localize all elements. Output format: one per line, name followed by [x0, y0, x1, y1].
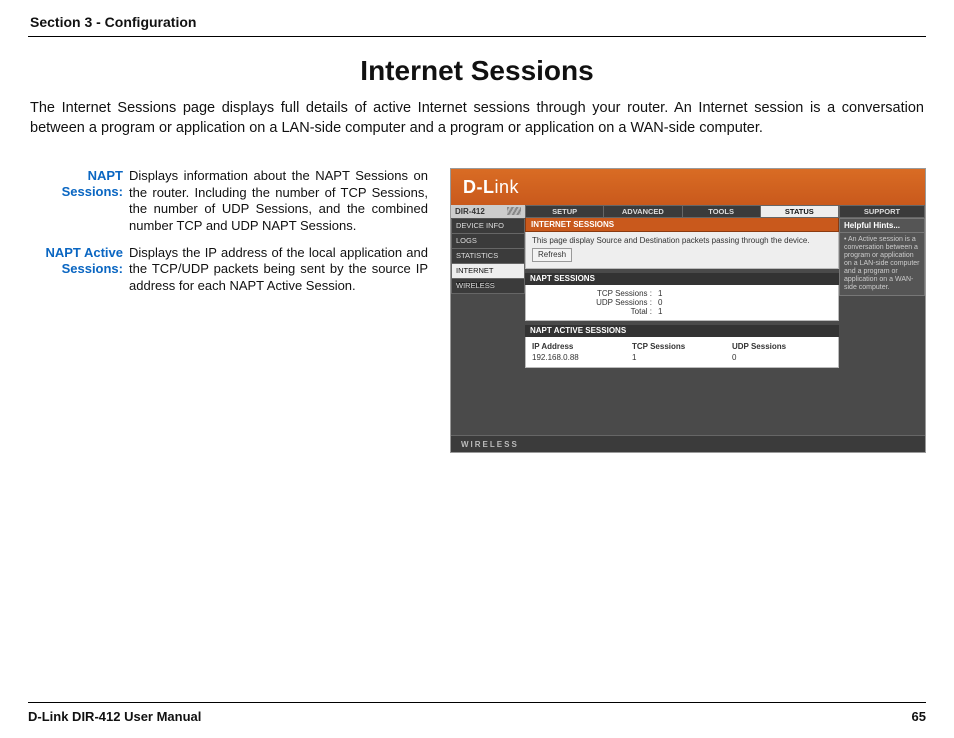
panel-title-napt-active: NAPT ACTIVE SESSIONS	[525, 325, 839, 337]
stat-label: Total :	[532, 307, 652, 316]
tab-status[interactable]: STATUS	[761, 205, 839, 218]
stat-label: TCP Sessions :	[532, 289, 652, 298]
section-header: Section 3 - Configuration	[28, 10, 926, 37]
left-sidebar: DIR-412 DEVICE INFO LOGS STATISTICS INTE…	[451, 205, 525, 435]
sidebar-item-internet-sessions[interactable]: INTERNET SESSIONS	[451, 264, 525, 279]
dlink-logo: D-Link	[463, 177, 519, 198]
stat-value: 1	[658, 289, 662, 298]
top-tabs: SETUP ADVANCED TOOLS STATUS	[525, 205, 839, 218]
definition-item: NAPT Active Sessions: Displays the IP ad…	[28, 245, 428, 295]
cell-tcp: 1	[632, 352, 732, 363]
model-label: DIR-412	[451, 205, 525, 219]
panel-description: This page display Source and Destination…	[532, 236, 832, 245]
right-sidebar: SUPPORT Helpful Hints... • An Active ses…	[839, 205, 925, 435]
stat-label: UDP Sessions :	[532, 298, 652, 307]
col-header: UDP Sessions	[732, 341, 832, 352]
tab-tools[interactable]: TOOLS	[683, 205, 761, 218]
footer-left: D-Link DIR-412 User Manual	[28, 709, 201, 724]
sidebar-item-statistics[interactable]: STATISTICS	[451, 249, 525, 264]
active-sessions-table: IP Address TCP Sessions UDP Sessions 192…	[532, 341, 832, 363]
table-row: 192.168.0.88 1 0	[532, 352, 832, 363]
cell-udp: 0	[732, 352, 832, 363]
panel-title-internet-sessions: INTERNET SESSIONS	[525, 218, 839, 232]
panel-body-napt-sessions: TCP Sessions : 1 UDP Sessions : 0 Total : 1	[525, 285, 839, 321]
tab-setup[interactable]: SETUP	[525, 205, 604, 218]
page-title: Internet Sessions	[28, 55, 926, 87]
definition-desc: Displays information about the NAPT Sess…	[129, 168, 428, 235]
sidebar-item-device-info[interactable]: DEVICE INFO	[451, 219, 525, 234]
col-header: IP Address	[532, 341, 632, 352]
refresh-button[interactable]: Refresh	[532, 248, 572, 262]
definition-item: NAPT Sessions: Displays information abou…	[28, 168, 428, 235]
panel-title-napt-sessions: NAPT SESSIONS	[525, 273, 839, 285]
definitions-list: NAPT Sessions: Displays information abou…	[28, 168, 428, 304]
intro-paragraph: The Internet Sessions page displays full…	[30, 99, 924, 138]
definition-label: NAPT Sessions:	[28, 168, 129, 235]
tab-advanced[interactable]: ADVANCED	[604, 205, 682, 218]
sidebar-item-wireless[interactable]: WIRELESS	[451, 279, 525, 294]
col-header: TCP Sessions	[632, 341, 732, 352]
brand-bar: D-Link	[451, 169, 925, 205]
definition-label: NAPT Active Sessions:	[28, 245, 129, 295]
stat-value: 0	[658, 298, 662, 307]
stat-value: 1	[658, 307, 662, 316]
cell-ip: 192.168.0.88	[532, 352, 632, 363]
hints-body: • An Active session is a conversation be…	[839, 232, 925, 296]
panel-body-napt-active: IP Address TCP Sessions UDP Sessions 192…	[525, 337, 839, 368]
footer-brand-stripe: WIRELESS	[451, 435, 925, 452]
footer-page-number: 65	[912, 709, 926, 724]
hints-title: Helpful Hints...	[839, 218, 925, 232]
tab-support[interactable]: SUPPORT	[839, 205, 925, 218]
sidebar-item-logs[interactable]: LOGS	[451, 234, 525, 249]
definition-desc: Displays the IP address of the local app…	[129, 245, 428, 295]
router-admin-screenshot: D-Link DIR-412 DEVICE INFO LOGS STATISTI…	[450, 168, 926, 453]
panel-body-internet-sessions: This page display Source and Destination…	[525, 232, 839, 269]
